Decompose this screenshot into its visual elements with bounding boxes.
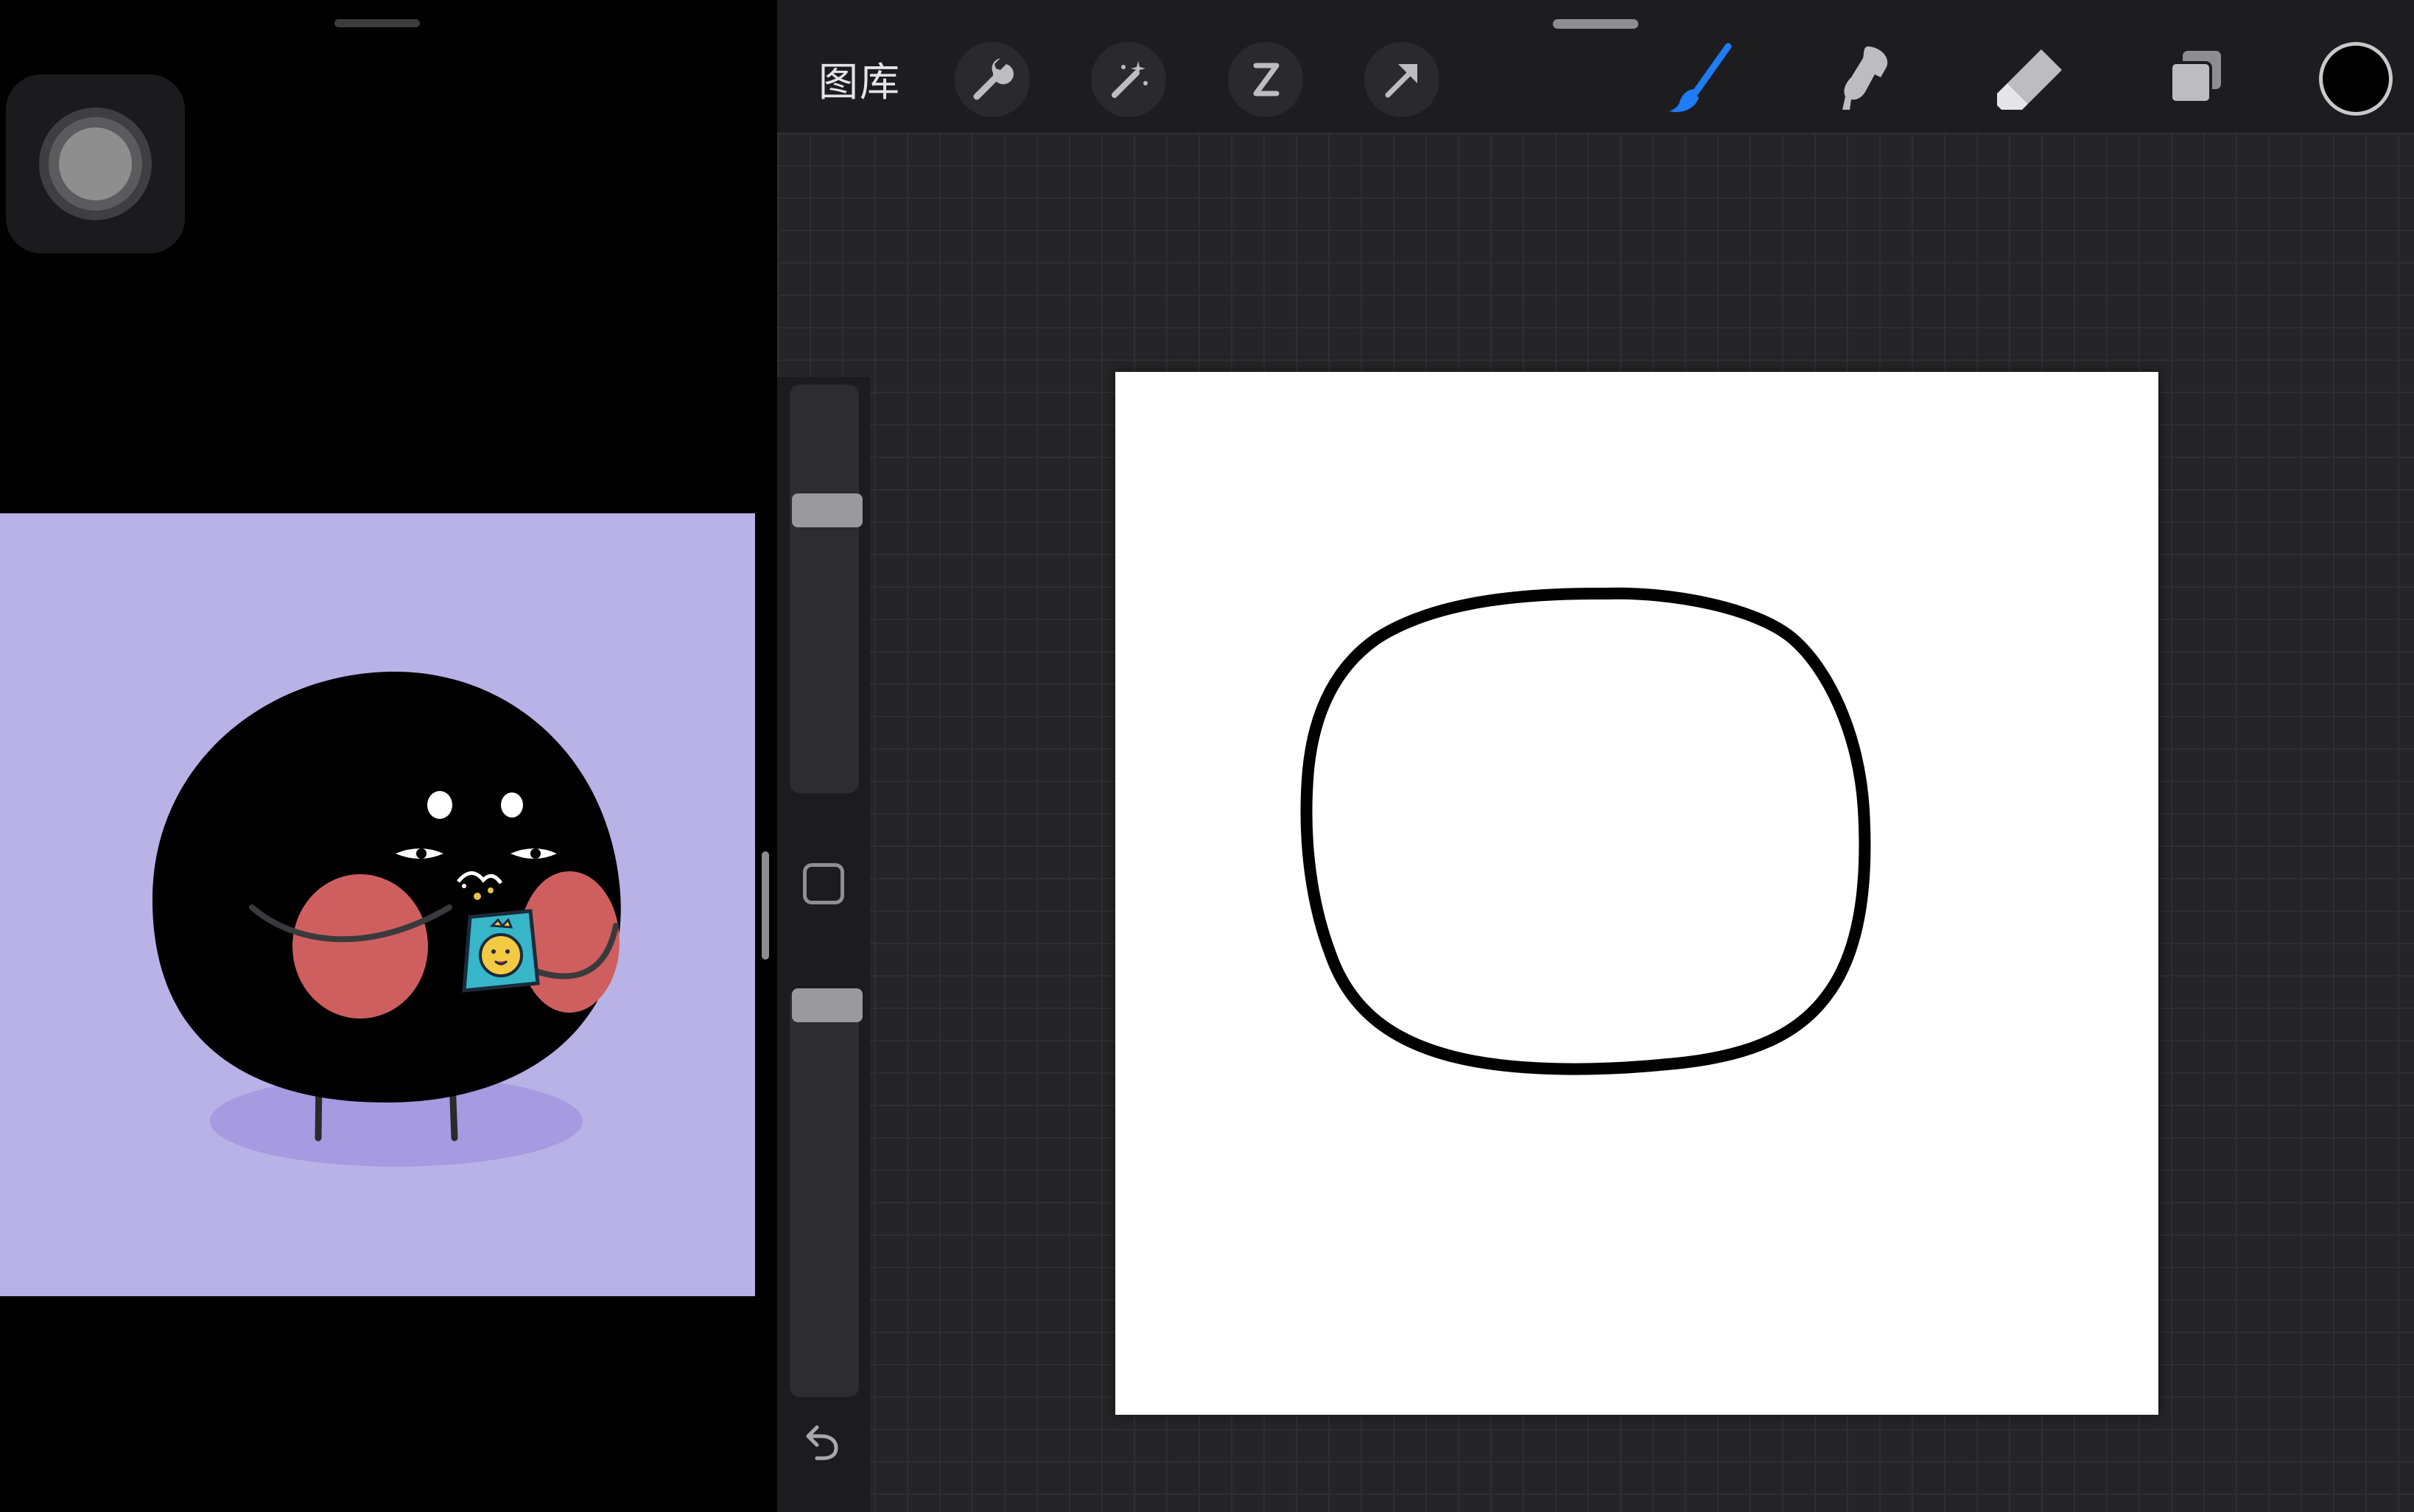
modify-button[interactable] — [803, 863, 844, 904]
magic-wand-icon — [1112, 61, 1148, 98]
reference-illustration — [0, 513, 755, 1296]
brush-size-slider[interactable] — [790, 384, 863, 793]
transform-arrow-icon — [1385, 64, 1417, 98]
brush-icon — [1669, 43, 1732, 113]
assistive-touch-button[interactable] — [6, 74, 185, 253]
selection-button[interactable] — [1228, 42, 1303, 117]
character-cheek-left — [292, 874, 428, 1019]
layers-button[interactable] — [2149, 33, 2242, 126]
eraser-tool-button[interactable] — [1985, 33, 2078, 126]
character-eye-dot-right — [501, 792, 523, 817]
eraser-icon — [1997, 49, 2062, 110]
paint-tool-button[interactable] — [1656, 33, 1749, 126]
app-grabber[interactable] — [1553, 19, 1638, 29]
transform-button[interactable] — [1364, 42, 1439, 117]
snack-bag — [462, 909, 540, 993]
layers-icon — [2169, 51, 2221, 104]
sidebar — [777, 377, 870, 1512]
opacity-slider[interactable] — [790, 988, 863, 1397]
split-view-left-pane — [0, 0, 777, 1512]
left-pane-grabber[interactable] — [334, 19, 420, 27]
selection-s-icon — [1253, 63, 1280, 96]
actions-button[interactable] — [955, 42, 1030, 117]
top-toolbar: 图库 — [777, 0, 2414, 133]
smudge-tool-button[interactable] — [1820, 33, 1913, 126]
split-view-divider-handle[interactable] — [762, 851, 769, 960]
undo-arrow-icon — [806, 1425, 838, 1460]
procreate-app: 图库 — [777, 0, 2414, 1512]
adjustments-button[interactable] — [1091, 42, 1166, 117]
wrench-icon — [973, 58, 1014, 100]
undo-button[interactable] — [799, 1418, 846, 1466]
gallery-button[interactable]: 图库 — [818, 53, 901, 112]
screen: 图库 — [0, 0, 2414, 1512]
smudge-finger-icon — [1842, 46, 1888, 110]
drawing-canvas[interactable] — [1115, 372, 2158, 1415]
character-eye-dot-left — [427, 791, 452, 819]
brush-size-slider-thumb[interactable] — [792, 493, 863, 527]
opacity-slider-thumb[interactable] — [792, 988, 863, 1022]
color-picker-button[interactable] — [2319, 42, 2393, 116]
